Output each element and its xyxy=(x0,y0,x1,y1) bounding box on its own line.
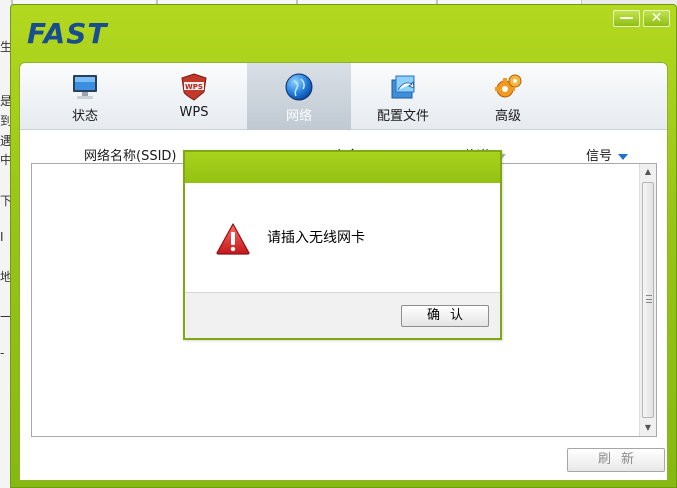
dialog-message: 请插入无线网卡 xyxy=(267,230,365,246)
network-list-scrollbar[interactable]: ▲ ▼ xyxy=(639,164,656,436)
tab-status[interactable]: 状态 xyxy=(33,63,137,130)
tab-advanced[interactable]: 高级 xyxy=(456,63,560,130)
scroll-up-arrow-icon[interactable]: ▲ xyxy=(640,164,656,180)
column-signal-label: 信号 xyxy=(586,149,613,164)
wps-shield-icon: WPS xyxy=(181,73,207,101)
column-ssid[interactable]: 网络名称(SSID) xyxy=(84,145,193,164)
scroll-down-arrow-icon[interactable]: ▼ xyxy=(640,420,656,436)
tab-advanced-label: 高级 xyxy=(494,109,521,124)
fast-logo: FAST xyxy=(27,17,108,50)
confirm-button[interactable]: 确认 xyxy=(401,305,489,327)
tab-profile-label: 配置文件 xyxy=(376,109,429,124)
minimize-button[interactable]: — xyxy=(613,10,640,27)
tab-wps-label: WPS xyxy=(179,105,209,120)
background-text: I xyxy=(0,230,4,244)
warning-icon xyxy=(216,223,250,255)
window-controls: — ✕ xyxy=(613,10,670,27)
profile-config-icon xyxy=(391,75,415,99)
dialog-title-bar[interactable] xyxy=(185,152,500,183)
column-ssid-label: 网络名称(SSID) xyxy=(84,149,177,164)
sort-arrow-icon xyxy=(618,153,629,160)
svg-text:WPS: WPS xyxy=(185,83,203,91)
scrollbar-grip-icon xyxy=(646,295,652,303)
tab-network-label: 网络 xyxy=(285,109,312,124)
scrollbar-thumb[interactable] xyxy=(642,182,654,418)
main-toolbar: 状态 WPS WPS 网络 配置文件 高级 xyxy=(20,63,667,130)
refresh-button[interactable]: 刷新 xyxy=(567,448,665,472)
tab-wps[interactable]: WPS WPS xyxy=(142,63,246,130)
tab-network[interactable]: 网络 xyxy=(247,63,351,130)
dialog-body: 请插入无线网卡 xyxy=(185,183,500,292)
close-button[interactable]: ✕ xyxy=(643,10,670,27)
tab-profile[interactable]: 配置文件 xyxy=(351,63,455,130)
tab-status-label: 状态 xyxy=(71,109,98,124)
dialog-footer: 确认 xyxy=(185,292,500,338)
column-signal[interactable]: 信号 xyxy=(586,145,629,164)
monitor-icon xyxy=(73,75,97,99)
background-text: - xyxy=(0,346,5,360)
insert-adapter-dialog: 请插入无线网卡 确认 xyxy=(183,150,502,340)
network-globe-icon xyxy=(285,73,313,101)
gears-icon xyxy=(495,74,522,98)
